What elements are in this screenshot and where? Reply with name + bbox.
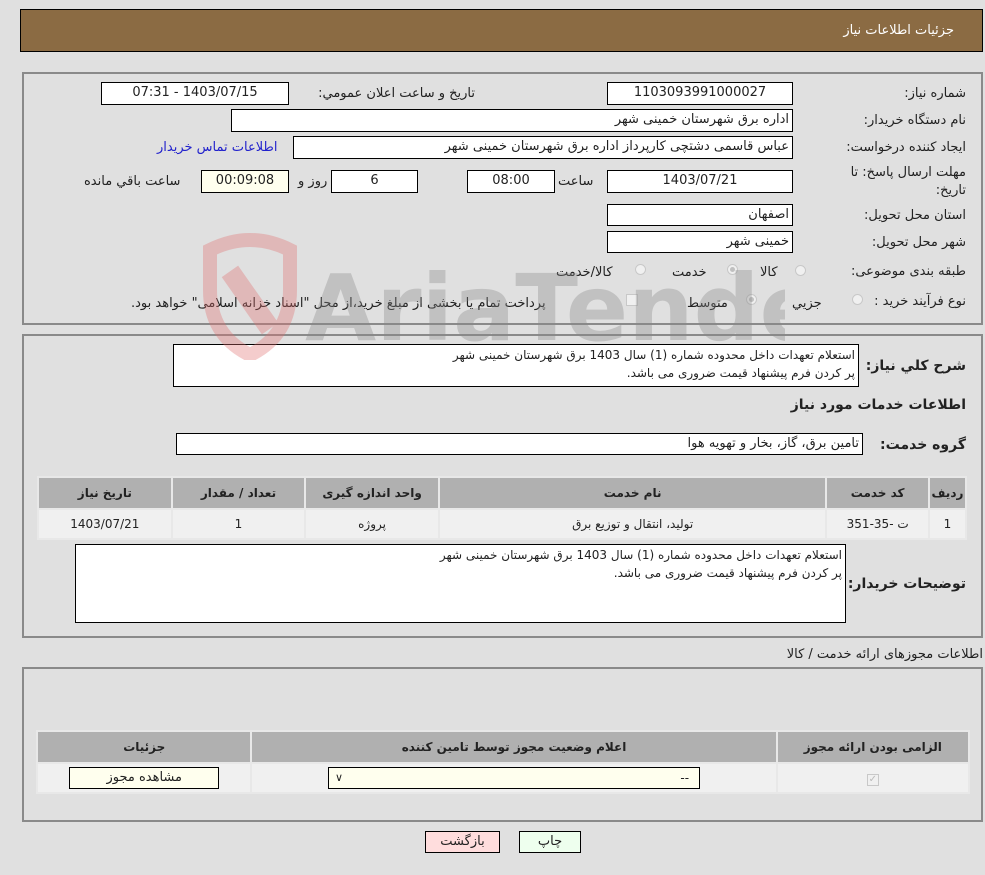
announce-label: تاریخ و ساعت اعلان عمومي:	[318, 86, 475, 101]
creator-label: ايجاد کننده درخواست:	[846, 140, 966, 155]
deadline-date-field[interactable]: 1403/07/21	[607, 170, 793, 193]
services-table-header: رديف کد خدمت نام خدمت واحد اندازه گيری ت…	[39, 478, 965, 508]
category-radio-goods[interactable]	[795, 265, 806, 276]
time-remaining-label: ساعت باقي مانده	[84, 174, 181, 189]
creator-field[interactable]: عباس قاسمی دشتچی کارپرداز اداره برق شهرس…	[293, 136, 793, 159]
table-row: 1 ت -35-351 تولید، انتقال و توزیع برق پر…	[39, 510, 965, 538]
city-label: شهر محل تحويل:	[871, 235, 966, 250]
category-radio-goods-service[interactable]	[635, 264, 646, 275]
back-button[interactable]: بازگشت	[425, 831, 500, 853]
buyer-notes-textarea[interactable]	[75, 544, 846, 623]
permit-required-checkbox[interactable]: ✓	[866, 773, 879, 786]
days-label: روز و	[298, 174, 328, 189]
process-label: نوع فرآیند خرید :	[874, 294, 966, 309]
process-option-minor: جزيي	[792, 296, 822, 311]
treasury-checkbox[interactable]	[626, 294, 638, 306]
col-quantity: تعداد / مقدار	[172, 478, 305, 508]
permit-status-value: --	[680, 771, 690, 785]
days-remaining-field[interactable]: 6	[331, 170, 418, 193]
cell-quantity: 1	[172, 510, 305, 538]
description-textarea[interactable]	[173, 344, 859, 387]
page-title: جزئیات اطلاعات نیاز	[843, 23, 954, 38]
cell-service-code: ت -35-351	[827, 510, 928, 538]
treasury-note: پرداخت تمام یا بخشی از مبلغ خرید،از محل …	[131, 296, 546, 311]
category-radio-service[interactable]	[727, 264, 738, 275]
col-need-date: تاريخ نياز	[39, 478, 171, 508]
col-unit: واحد اندازه گيری	[306, 478, 438, 508]
buyer-org-label: نام دستگاه خريدار:	[863, 113, 966, 128]
deadline-label: مهلت ارسال پاسخ: تا تاريخ:	[850, 165, 966, 198]
service-group-field[interactable]: تامین برق، گاز، بخار و تهویه هوا	[176, 433, 863, 455]
permits-section-title: اطلاعات مجوزهای ارائه خدمت / کالا	[786, 647, 983, 662]
service-group-label: گروه خدمت:	[880, 437, 966, 453]
permits-table: الزامی بودن ارائه مجوز اعلام وضعیت مجوز …	[36, 730, 970, 794]
announce-datetime-field[interactable]: 1403/07/15 - 07:31	[101, 82, 289, 105]
col-row-number: رديف	[929, 478, 965, 508]
col-permit-status: اعلام وضعیت مجوز توسط تامین کننده	[252, 732, 776, 762]
cell-service-name: تولید، انتقال و توزیع برق	[439, 510, 826, 538]
page-header: جزئیات اطلاعات نیاز	[20, 9, 983, 52]
cell-row-number: 1	[929, 510, 965, 538]
category-option-service: خدمت	[672, 265, 707, 280]
services-section-title: اطلاعات خدمات مورد نياز	[790, 397, 966, 413]
cell-unit: پروژه	[306, 510, 438, 538]
col-permit-details: جزئيات	[38, 732, 251, 762]
col-permit-required: الزامی بودن ارائه مجوز	[777, 732, 968, 762]
chevron-down-icon: ∨	[335, 771, 344, 784]
time-remaining-field[interactable]: 00:09:08	[201, 170, 289, 193]
col-service-name: نام خدمت	[439, 478, 826, 508]
province-label: استان محل تحويل:	[864, 208, 966, 223]
services-table: رديف کد خدمت نام خدمت واحد اندازه گيری ت…	[37, 476, 967, 540]
buyer-contact-link[interactable]: اطلاعات تماس خریدار	[157, 140, 277, 155]
print-button[interactable]: چاپ	[519, 831, 581, 853]
deadline-time-label: ساعت	[558, 174, 594, 189]
permits-table-header: الزامی بودن ارائه مجوز اعلام وضعیت مجوز …	[38, 732, 968, 762]
city-field[interactable]: خمینی شهر	[607, 231, 793, 253]
view-permit-button[interactable]: مشاهده مجوز	[69, 767, 220, 789]
category-option-goods-service: کالا/خدمت	[556, 265, 613, 280]
category-option-goods: کالا	[760, 265, 778, 280]
category-label: طبقه بندی موضوعی:	[850, 264, 966, 279]
process-option-medium: متوسط	[687, 296, 728, 311]
province-field[interactable]: اصفهان	[607, 204, 793, 226]
permit-status-select[interactable]: -- ∨	[328, 767, 701, 789]
buyer-org-field[interactable]: اداره برق شهرستان خمینی شهر	[231, 109, 793, 132]
table-row: ✓ -- ∨ مشاهده مجوز	[38, 764, 968, 792]
process-radio-minor[interactable]	[852, 294, 863, 305]
buyer-notes-label: توضيحات خريدار:	[847, 576, 966, 592]
cell-need-date: 1403/07/21	[39, 510, 171, 538]
description-label: شرح کلي نياز:	[865, 358, 966, 374]
need-number-label: شماره نیاز:	[904, 86, 966, 101]
col-service-code: کد خدمت	[827, 478, 928, 508]
need-number-field[interactable]: 1103093991000027	[607, 82, 793, 105]
deadline-time-field[interactable]: 08:00	[467, 170, 555, 193]
process-radio-medium[interactable]	[746, 294, 757, 305]
